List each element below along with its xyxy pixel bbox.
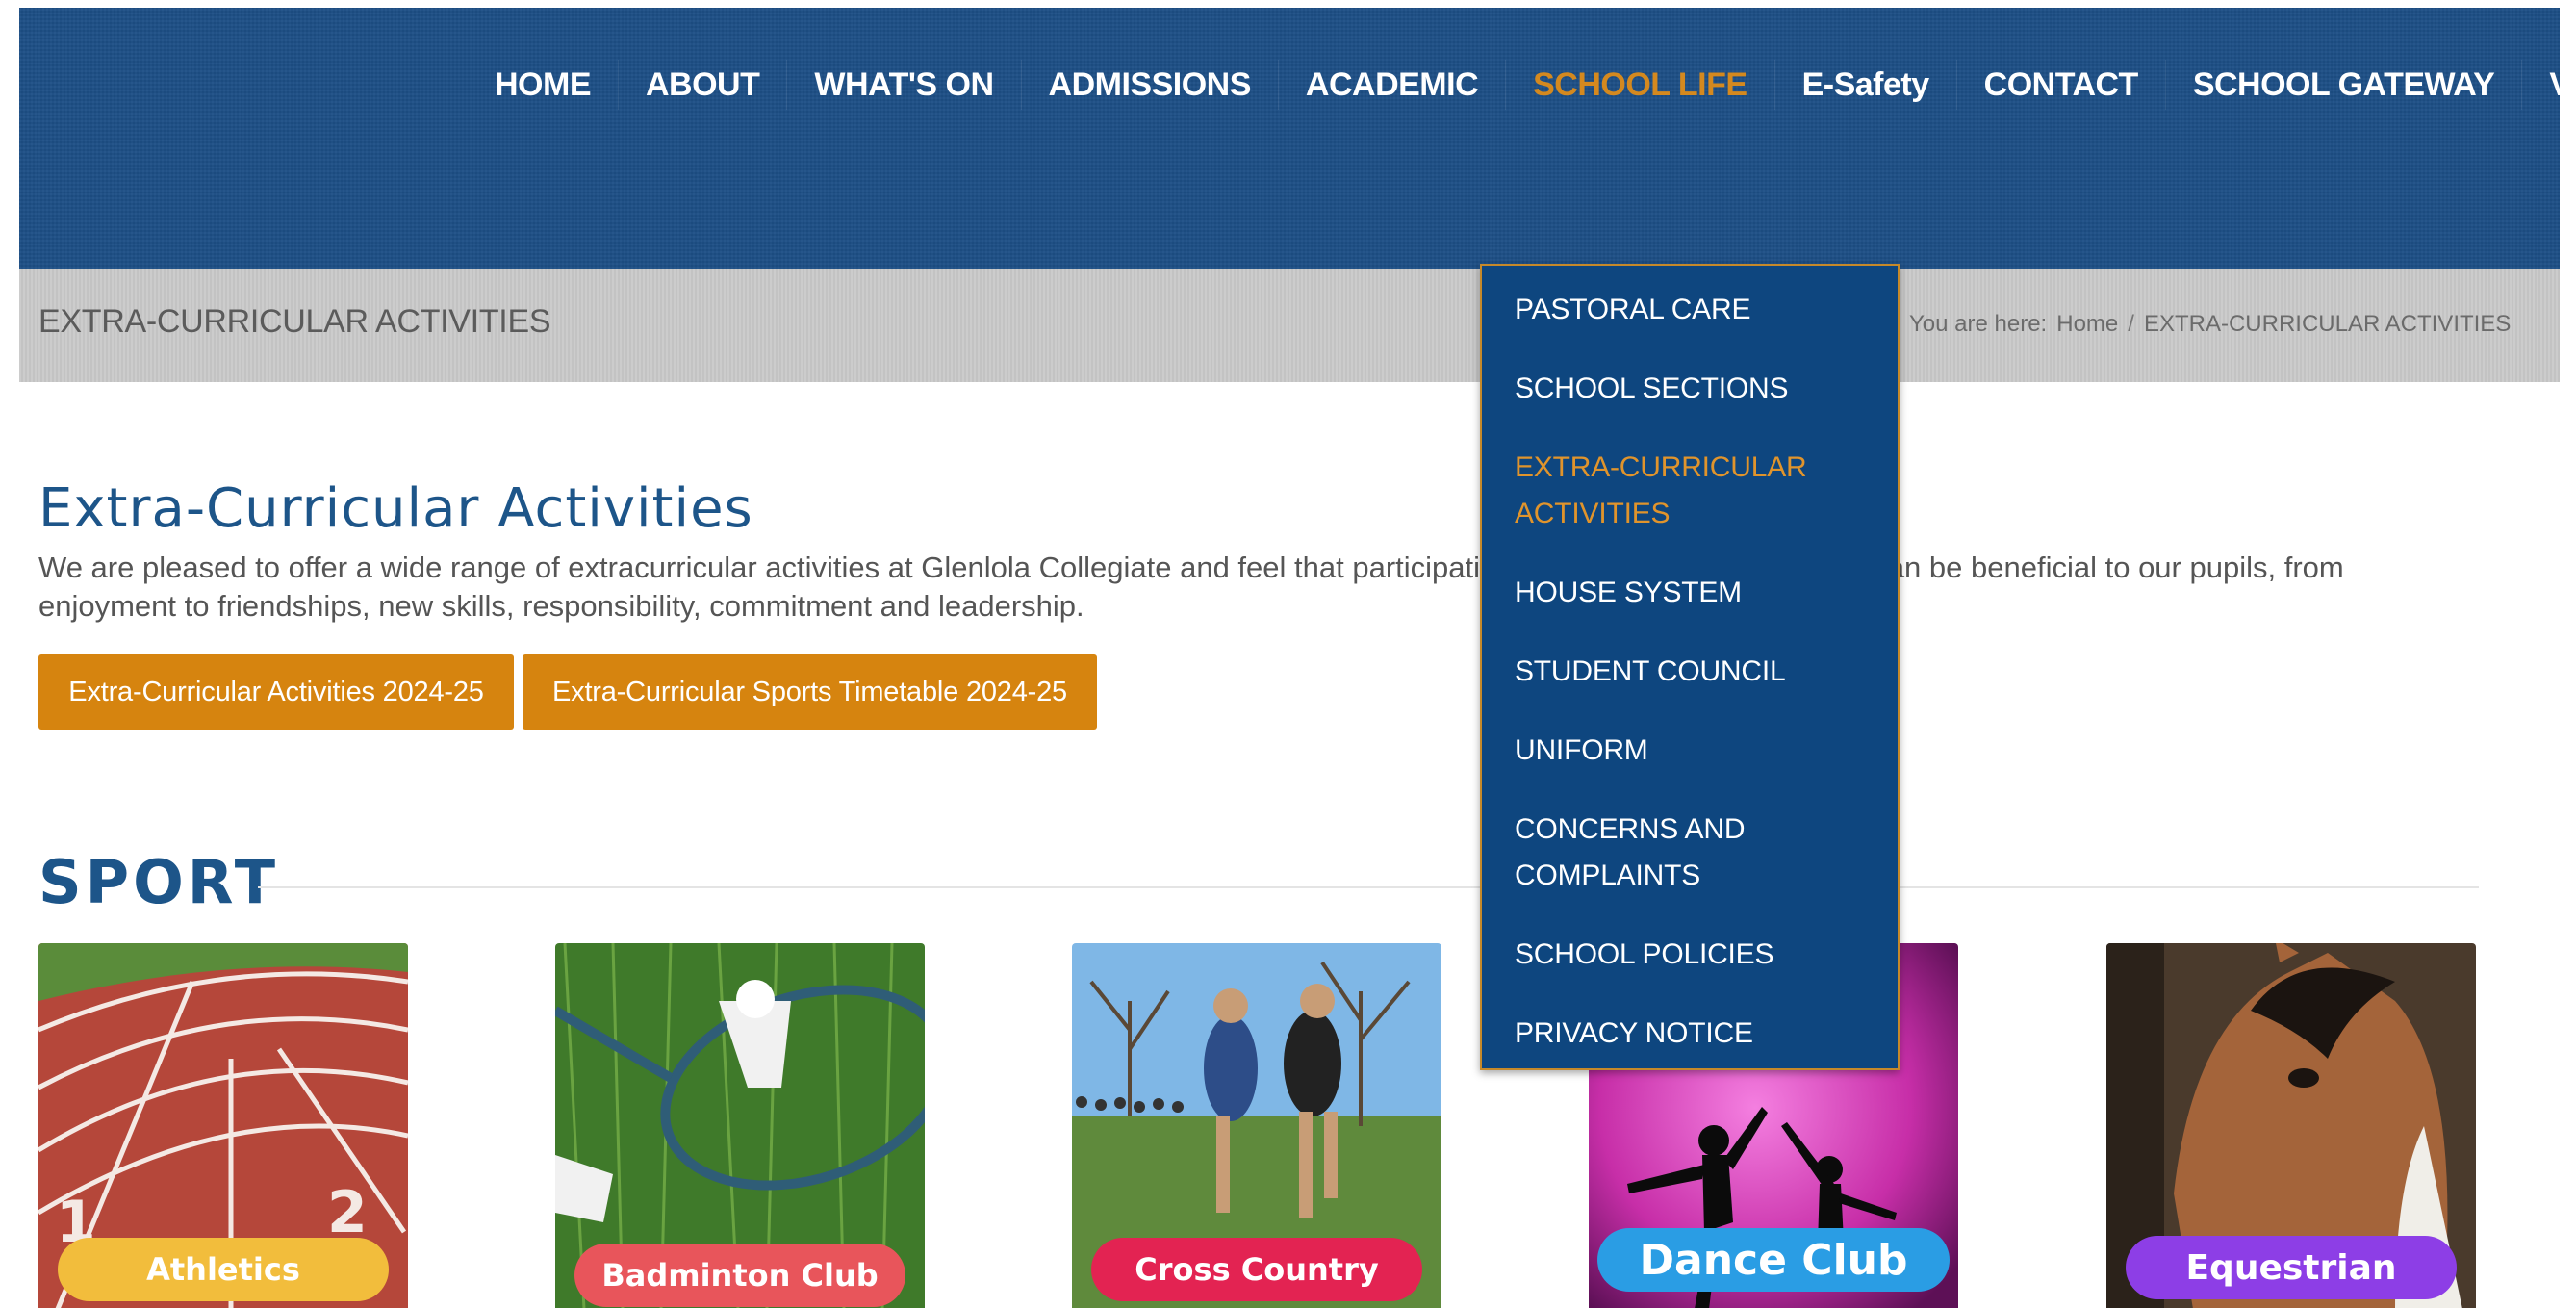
- activities-2024-25-button[interactable]: Extra-Curricular Activities 2024-25: [38, 654, 514, 730]
- svg-text:2: 2: [327, 1179, 368, 1246]
- breadcrumb-current: EXTRA-CURRICULAR ACTIVITIES: [2143, 311, 2512, 337]
- card-cross-country[interactable]: Cross Country: [1072, 943, 1441, 1308]
- nav-item-e-safety[interactable]: E-Safety: [1773, 60, 1956, 110]
- page-title: EXTRA-CURRICULAR ACTIVITIES: [38, 303, 551, 340]
- heading-divider: [258, 886, 2479, 888]
- nav-item-school-life[interactable]: SCHOOL LIFE: [1505, 60, 1773, 110]
- section-title: Extra-Curricular Activities: [38, 477, 753, 540]
- card-badminton[interactable]: Badminton Club: [555, 943, 925, 1308]
- breadcrumb-home-link[interactable]: Home: [2056, 311, 2118, 338]
- card-label-equestrian: Equestrian: [2126, 1236, 2457, 1299]
- nav-item-vacancies[interactable]: VACANCIES: [2521, 60, 2560, 110]
- dropdown-item-school-policies[interactable]: SCHOOL POLICIES: [1515, 932, 1861, 978]
- nav-item-about[interactable]: ABOUT: [618, 60, 786, 110]
- card-label-badminton: Badminton Club: [574, 1244, 905, 1307]
- nav-item-home[interactable]: HOME: [468, 60, 618, 110]
- card-athletics[interactable]: 1 2 Athletics: [38, 943, 408, 1308]
- card-label-cross-country: Cross Country: [1091, 1238, 1422, 1301]
- nav-item-admissions[interactable]: ADMISSIONS: [1020, 60, 1278, 110]
- dropdown-item-privacy-notice[interactable]: PRIVACY NOTICE: [1515, 1011, 1861, 1057]
- nav-item-contact[interactable]: CONTACT: [1955, 60, 2165, 110]
- dropdown-item-school-sections[interactable]: SCHOOL SECTIONS: [1515, 366, 1861, 412]
- card-label-dance-club: Dance Club: [1597, 1228, 1950, 1292]
- intro-paragraph: We are pleased to offer a wide range of …: [38, 549, 2367, 626]
- sport-heading: SPORT: [38, 847, 280, 917]
- dropdown-item-uniform[interactable]: UNIFORM: [1515, 728, 1861, 774]
- dropdown-item-extra-curricular[interactable]: EXTRA-CURRICULAR ACTIVITIES: [1515, 445, 1861, 537]
- nav-item-school-gateway[interactable]: SCHOOL GATEWAY: [2164, 60, 2522, 110]
- intro-line-2: enjoyment to friendships, new skills, re…: [38, 589, 1084, 623]
- breadcrumb-separator: /: [2128, 311, 2134, 337]
- sports-timetable-button[interactable]: Extra-Curricular Sports Timetable 2024-2…: [523, 654, 1097, 730]
- intro-line-1: We are pleased to offer a wide range of …: [38, 551, 2344, 584]
- nav-item-academic[interactable]: ACADEMIC: [1277, 60, 1505, 110]
- card-label-athletics: Athletics: [58, 1238, 389, 1301]
- page-title-bar: EXTRA-CURRICULAR ACTIVITIES You are here…: [19, 269, 2560, 382]
- dropdown-item-concerns-complaints[interactable]: CONCERNS AND COMPLAINTS: [1515, 807, 1861, 899]
- nav-item-whats-on[interactable]: WHAT'S ON: [786, 60, 1020, 110]
- breadcrumb: You are here: Home / EXTRA-CURRICULAR AC…: [1909, 311, 2511, 338]
- card-equestrian[interactable]: Equestrian: [2106, 943, 2476, 1308]
- site-header: HOME ABOUT WHAT'S ON ADMISSIONS ACADEMIC…: [19, 8, 2560, 269]
- dropdown-item-pastoral-care[interactable]: PASTORAL CARE: [1515, 287, 1861, 333]
- breadcrumb-prefix: You are here:: [1909, 311, 2048, 337]
- dropdown-item-house-system[interactable]: HOUSE SYSTEM: [1515, 570, 1861, 616]
- school-life-dropdown: PASTORAL CARE SCHOOL SECTIONS EXTRA-CURR…: [1480, 264, 1900, 1070]
- main-nav: HOME ABOUT WHAT'S ON ADMISSIONS ACADEMIC…: [468, 54, 2560, 115]
- dropdown-item-student-council[interactable]: STUDENT COUNCIL: [1515, 649, 1861, 695]
